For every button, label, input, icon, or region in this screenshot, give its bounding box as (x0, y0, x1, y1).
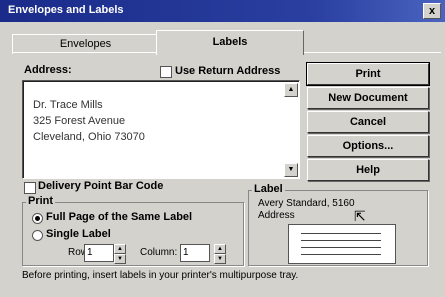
window-title: Envelopes and Labels (8, 4, 124, 16)
spin-down-icon[interactable]: ▼ (214, 254, 226, 264)
row-input[interactable]: 1 (84, 244, 114, 262)
spin-up-icon[interactable]: ▲ (214, 244, 226, 254)
single-label-label: Single Label (46, 228, 111, 240)
single-label-radio[interactable] (32, 230, 43, 241)
address-line: Dr. Trace Mills (33, 99, 103, 111)
address-line: 325 Forest Avenue (33, 115, 126, 127)
address-label: Address: (24, 64, 72, 76)
tab-envelopes[interactable]: Envelopes (12, 34, 159, 54)
title-bar: Envelopes and Labels x (0, 0, 445, 22)
mouse-cursor-icon: ⇱ (354, 208, 366, 224)
address-textarea[interactable]: Dr. Trace Mills 325 Forest Avenue Clevel… (22, 80, 300, 179)
delivery-point-label: Delivery Point Bar Code (38, 180, 164, 192)
tab-envelopes-label: Envelopes (59, 38, 112, 50)
footer-note: Before printing, insert labels in your p… (22, 270, 299, 281)
column-label: Column: (140, 247, 178, 258)
close-icon[interactable]: x (423, 3, 441, 19)
tab-labels-label: Labels (212, 36, 248, 48)
full-page-label: Full Page of the Same Label (46, 211, 193, 223)
tab-labels[interactable]: Labels (156, 30, 304, 55)
use-return-address-checkbox[interactable] (160, 66, 172, 78)
print-group-title: Print (26, 195, 56, 207)
options-button[interactable]: Options... (307, 135, 429, 157)
print-button[interactable]: Print (306, 62, 430, 86)
column-input[interactable]: 1 (180, 244, 210, 262)
scroll-up-icon[interactable]: ▲ (284, 83, 298, 97)
full-page-radio[interactable] (32, 213, 43, 224)
new-document-button[interactable]: New Document (307, 87, 429, 109)
spin-up-icon[interactable]: ▲ (114, 244, 126, 254)
label-group-title: Label (252, 183, 285, 195)
help-button[interactable]: Help (307, 159, 429, 181)
scroll-down-icon[interactable]: ▼ (284, 163, 298, 177)
label-product: Avery Standard, 5160 (258, 198, 355, 209)
address-scrollbar[interactable]: ▲ ▼ (284, 83, 298, 177)
delivery-point-checkbox[interactable] (24, 182, 36, 194)
address-line: Cleveland, Ohio 73070 (33, 131, 145, 143)
cancel-button[interactable]: Cancel (307, 111, 429, 133)
envelopes-labels-dialog: Envelopes and Labels x Envelopes Labels … (0, 0, 445, 297)
label-preview[interactable] (288, 224, 396, 264)
label-type: Address (258, 210, 295, 221)
column-spinner[interactable]: ▲ ▼ (214, 244, 226, 264)
use-return-address-label: Use Return Address (175, 65, 281, 77)
spin-down-icon[interactable]: ▼ (114, 254, 126, 264)
row-spinner[interactable]: ▲ ▼ (114, 244, 126, 264)
